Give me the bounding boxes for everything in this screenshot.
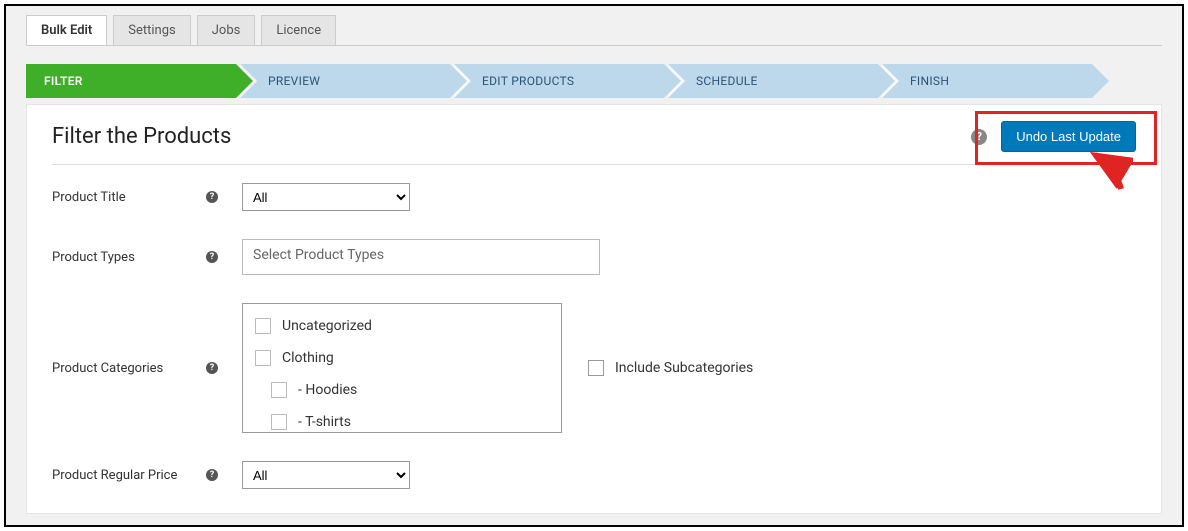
product-categories-label: Product Categories [52, 361, 163, 376]
wizard-steps: FILTER PREVIEW EDIT PRODUCTS SCHEDULE FI… [26, 64, 1162, 98]
row-product-categories: Product Categories ? Uncategorized Cloth… [52, 303, 1136, 433]
step-filter[interactable]: FILTER [26, 64, 236, 98]
tab-bulk-edit[interactable]: Bulk Edit [26, 15, 107, 45]
product-regular-price-label: Product Regular Price [52, 468, 177, 483]
category-label: Uncategorized [282, 318, 372, 334]
help-icon[interactable]: ? [206, 251, 218, 263]
step-finish[interactable]: FINISH [882, 64, 1092, 98]
include-subcategories-label: Include Subcategories [615, 360, 753, 376]
row-product-regular-price: Product Regular Price ? All [52, 461, 1136, 489]
help-icon[interactable]: ? [206, 362, 218, 374]
step-edit-products[interactable]: EDIT PRODUCTS [454, 64, 664, 98]
step-schedule[interactable]: SCHEDULE [668, 64, 878, 98]
tab-settings[interactable]: Settings [113, 15, 190, 45]
row-product-types: Product Types ? Select Product Types [52, 239, 1136, 275]
page-title: Filter the Products [52, 124, 231, 149]
category-checkbox[interactable] [271, 414, 287, 430]
include-subcategories-option[interactable]: Include Subcategories [584, 357, 753, 379]
tab-bar: Bulk Edit Settings Jobs Licence [6, 6, 1182, 45]
category-label: - T-shirts [298, 414, 351, 430]
product-types-input[interactable]: Select Product Types [242, 239, 600, 275]
category-checkbox[interactable] [255, 350, 271, 366]
row-product-title: Product Title ? All [52, 183, 1136, 211]
tab-divider [26, 45, 1162, 46]
card-header: Filter the Products ? Undo Last Update [52, 121, 1136, 165]
include-subcategories-checkbox[interactable] [588, 360, 604, 376]
product-title-label: Product Title [52, 190, 126, 205]
category-checkbox[interactable] [271, 382, 287, 398]
undo-last-update-button[interactable]: Undo Last Update [1001, 121, 1136, 152]
category-label: - Hoodies [298, 382, 357, 398]
step-preview[interactable]: PREVIEW [240, 64, 450, 98]
product-types-label: Product Types [52, 250, 135, 265]
product-regular-price-select[interactable]: All [242, 461, 410, 489]
product-categories-listbox[interactable]: Uncategorized Clothing - Hoodies - T-shi… [242, 303, 562, 433]
category-option[interactable]: Clothing [247, 342, 557, 374]
category-label: Clothing [282, 350, 334, 366]
filter-card: Filter the Products ? Undo Last Update P… [26, 104, 1162, 514]
help-icon[interactable]: ? [206, 469, 218, 481]
product-title-select[interactable]: All [242, 183, 410, 211]
tab-jobs[interactable]: Jobs [197, 15, 256, 45]
app-frame: Bulk Edit Settings Jobs Licence FILTER P… [4, 4, 1184, 527]
help-icon[interactable]: ? [206, 191, 218, 203]
category-option[interactable]: - T-shirts [247, 406, 557, 433]
category-checkbox[interactable] [255, 318, 271, 334]
category-option[interactable]: - Hoodies [247, 374, 557, 406]
tab-licence[interactable]: Licence [261, 15, 336, 45]
category-option[interactable]: Uncategorized [247, 310, 557, 342]
help-icon[interactable]: ? [971, 129, 987, 145]
